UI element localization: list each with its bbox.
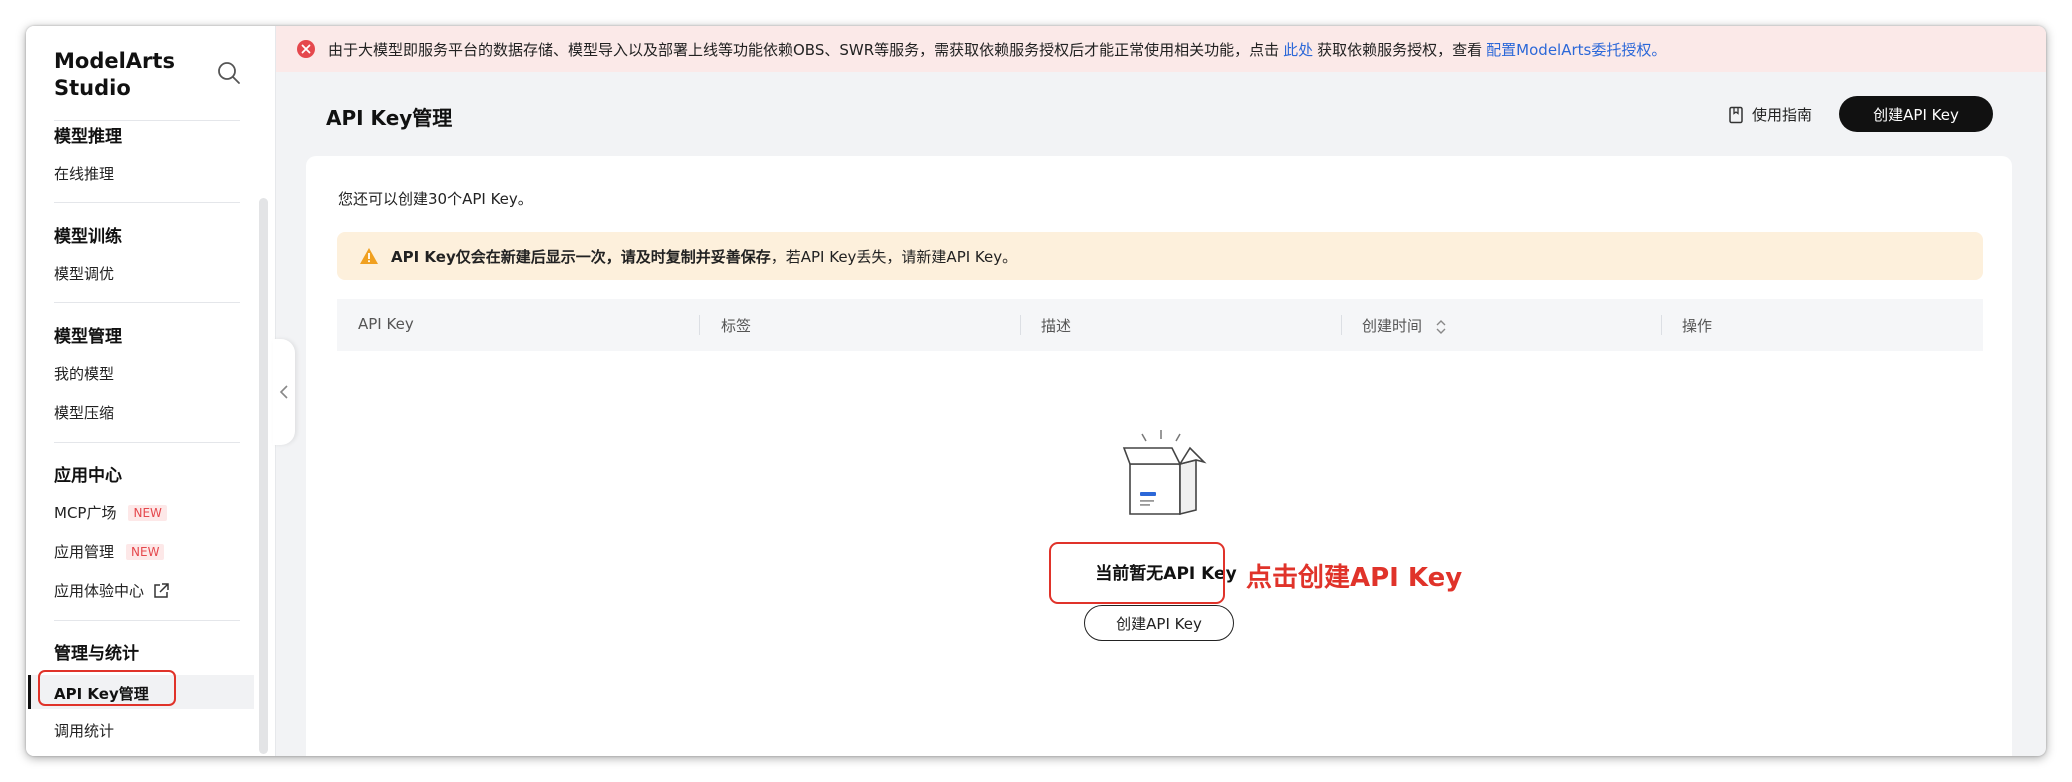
column-header-label: 创建时间 <box>1362 317 1423 335</box>
annotation-text: 点击创建API Key <box>1246 563 1463 593</box>
sidebar-item-label: 我的模型 <box>54 365 115 383</box>
error-banner: 由于大模型即服务平台的数据存储、模型导入以及部署上线等功能依赖OBS、SWR等服… <box>276 26 2046 72</box>
error-icon <box>297 40 315 58</box>
highlight-box-create <box>1049 542 1225 604</box>
sidebar-item-mcp-plaza[interactable]: MCP广场 NEW <box>54 502 167 523</box>
authorize-link[interactable]: 此处 <box>1283 39 1313 60</box>
column-header-actions: 操作 <box>1682 317 1713 335</box>
nav-divider <box>54 202 240 203</box>
sidebar-item-label: 模型压缩 <box>54 404 115 422</box>
sidebar-item-model-tuning[interactable]: 模型调优 <box>54 263 114 284</box>
nav-group-training: 模型训练 <box>54 227 122 247</box>
column-header-description: 描述 <box>1041 317 1072 335</box>
external-link-icon <box>154 582 169 598</box>
warning-text: ，若API Key丢失，请新建API Key。 <box>770 247 1018 266</box>
banner-text: 由于大模型即服务平台的数据存储、模型导入以及部署上线等功能依赖OBS、SWR等服… <box>328 40 1280 59</box>
warning-alert: API Key仅会在新建后显示一次，请及时复制并妥善保存 ，若API Key丢失… <box>337 232 1983 280</box>
nav-divider <box>54 620 240 621</box>
empty-box-icon <box>1122 430 1207 516</box>
new-badge: NEW <box>128 504 167 521</box>
warning-bold-text: API Key仅会在新建后显示一次，请及时复制并妥善保存 <box>391 247 771 266</box>
sidebar-item-label: 模型调优 <box>54 265 115 283</box>
sort-icon[interactable] <box>1435 319 1447 335</box>
highlight-box-nav <box>38 670 176 706</box>
active-indicator <box>28 675 31 709</box>
sidebar-item-model-compression[interactable]: 模型压缩 <box>54 402 114 423</box>
delegation-config-link[interactable]: 配置ModelArts委托授权。 <box>1486 39 1666 60</box>
nav-group-management-stats: 管理与统计 <box>54 644 139 664</box>
sidebar-item-label: 调用统计 <box>54 722 115 740</box>
sidebar-item-label: 应用管理 <box>54 543 115 561</box>
chevron-left-icon <box>279 385 288 399</box>
column-divider <box>1020 315 1021 335</box>
banner-text: 获取依赖服务授权，查看 <box>1317 40 1483 59</box>
column-divider <box>1341 315 1342 335</box>
sidebar-item-call-statistics[interactable]: 调用统计 <box>54 720 114 741</box>
column-divider <box>699 315 700 335</box>
content-card: 您还可以创建30个API Key。 API Key仅会在新建后显示一次，请及时复… <box>306 156 2012 756</box>
brand-title: ModelArts Studio <box>54 49 175 100</box>
column-header-tags: 标签 <box>721 317 752 335</box>
nav-divider <box>54 302 240 303</box>
sidebar-item-app-management[interactable]: 应用管理 NEW <box>54 541 165 562</box>
sidebar-item-label: MCP广场 <box>54 504 117 522</box>
empty-state-create-button[interactable]: 创建API Key <box>1084 605 1234 641</box>
nav-divider <box>54 442 240 443</box>
sidebar-item-online-inference[interactable]: 在线推理 <box>54 163 114 184</box>
quota-text: 您还可以创建30个API Key。 <box>338 190 533 208</box>
sidebar-scrollbar[interactable] <box>259 198 268 754</box>
create-api-key-button[interactable]: 创建API Key <box>1839 96 1993 132</box>
column-header-api-key: API Key <box>358 315 414 333</box>
sidebar-item-label: 在线推理 <box>54 165 115 183</box>
column-divider <box>1661 315 1662 335</box>
column-header-created-time[interactable]: 创建时间 <box>1362 315 1447 336</box>
sidebar: ModelArts Studio 模型推理 在线推理 模型训练 模型调优 模型管… <box>26 26 276 756</box>
nav-group-model-management: 模型管理 <box>54 327 122 347</box>
sidebar-item-my-models[interactable]: 我的模型 <box>54 363 114 384</box>
nav-group-inference: 模型推理 <box>54 127 122 147</box>
sidebar-item-app-experience[interactable]: 应用体验中心 <box>54 580 170 601</box>
search-icon[interactable] <box>216 60 242 86</box>
nav-divider <box>54 120 240 121</box>
table-header: API Key 标签 描述 创建时间 操作 <box>337 299 1983 351</box>
sidebar-item-label: 应用体验中心 <box>54 582 145 600</box>
user-guide-label: 使用指南 <box>1752 106 1813 124</box>
warning-icon <box>360 248 378 264</box>
book-icon <box>1729 106 1743 123</box>
user-guide-link[interactable]: 使用指南 <box>1728 104 1812 125</box>
nav-group-app-center: 应用中心 <box>54 466 122 486</box>
page-title: API Key管理 <box>326 106 453 130</box>
sidebar-collapse-toggle[interactable] <box>273 339 295 445</box>
app-window: ModelArts Studio 模型推理 在线推理 模型训练 模型调优 模型管… <box>26 26 2046 756</box>
new-badge: NEW <box>126 543 165 560</box>
